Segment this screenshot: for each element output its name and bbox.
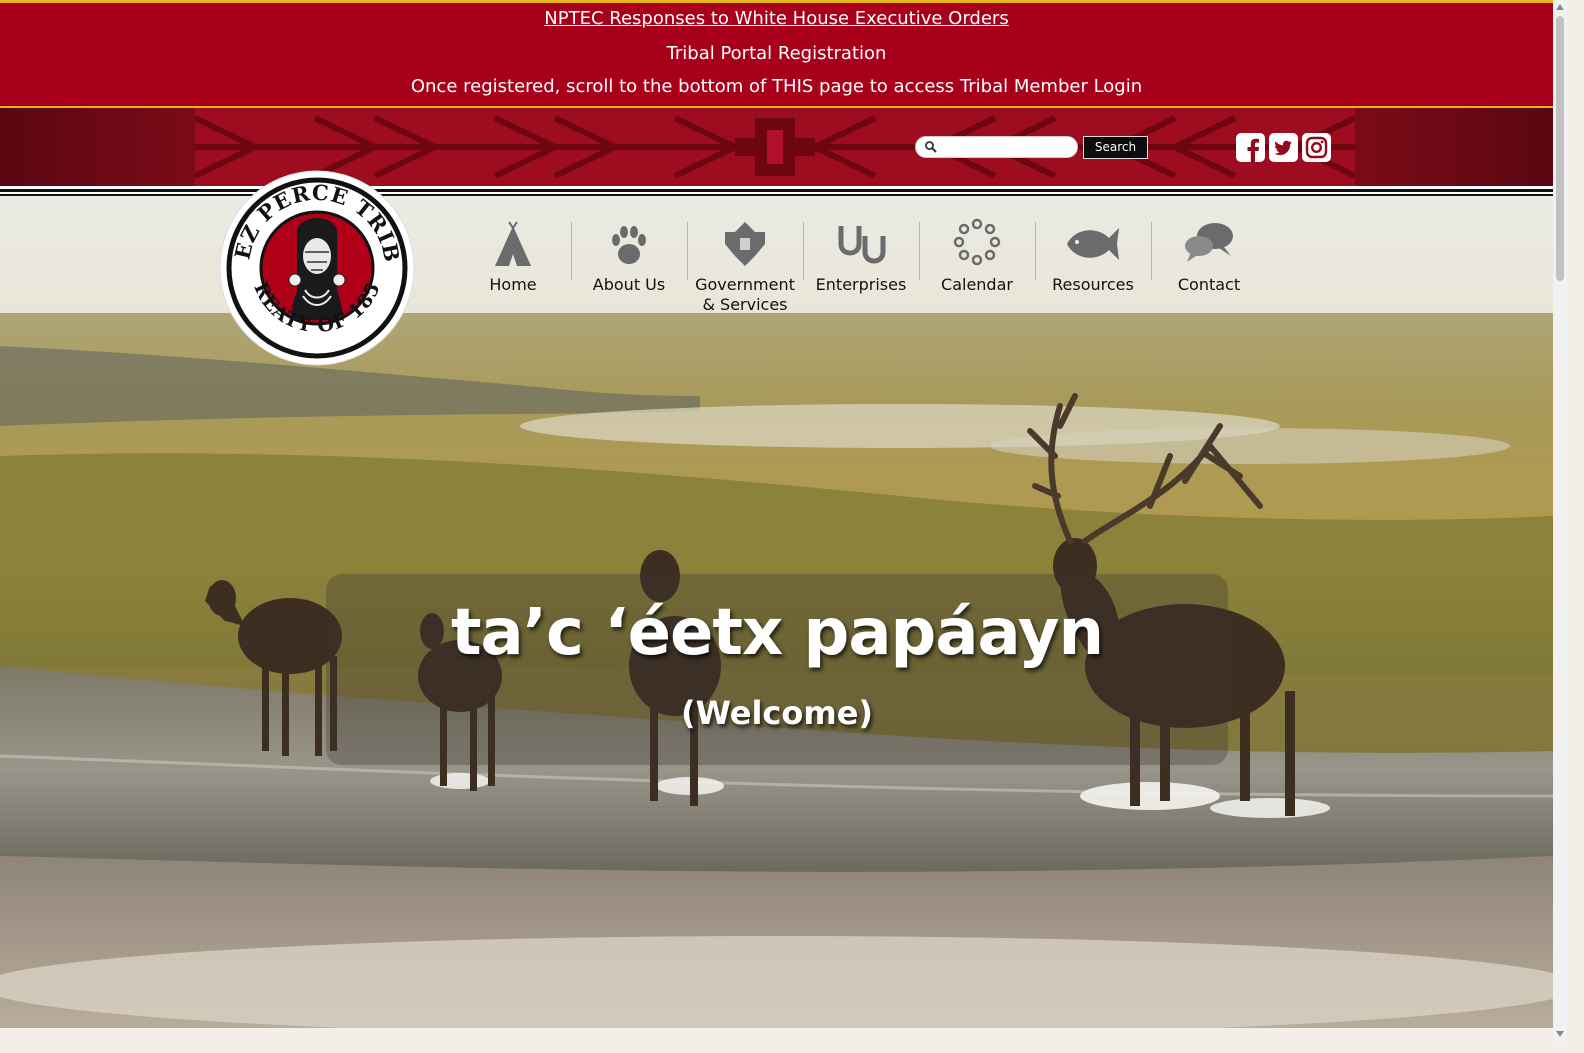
tribal-portal-registration-link[interactable]: Tribal Portal Registration xyxy=(0,43,1553,64)
tipi-icon xyxy=(495,221,531,266)
horseshoes-icon xyxy=(838,226,886,264)
twitter-icon[interactable] xyxy=(1269,133,1298,162)
page-scrollbar[interactable] xyxy=(1553,0,1567,1043)
scroll-down-arrow-icon[interactable] xyxy=(1556,1031,1564,1037)
nav-enterprises-label: Enterprises xyxy=(815,275,907,294)
beadwork-icon xyxy=(725,222,765,266)
nav-home-label: Home xyxy=(489,275,537,294)
search-input[interactable] xyxy=(942,139,1072,155)
search-button[interactable]: Search xyxy=(1083,136,1148,159)
nav-home[interactable]: Home xyxy=(455,218,571,313)
nav-government-services-label: Government & Services xyxy=(695,275,795,314)
announcement-bar: NPTEC Responses to White House Executive… xyxy=(0,0,1553,108)
nav-about-us-label: About Us xyxy=(592,275,666,294)
nav-contact[interactable]: Contact xyxy=(1151,218,1267,313)
scroll-up-arrow-icon[interactable] xyxy=(1556,4,1564,10)
nez-perce-tribe-seal-logo[interactable]: NEZ PERCE TRIBE TREATY OF 1855 xyxy=(219,170,415,366)
nav-calendar[interactable]: Calendar xyxy=(919,218,1035,313)
welcome-title: ta’c ‘éetx papáayn xyxy=(450,596,1104,670)
nav-about-us[interactable]: About Us xyxy=(571,218,687,313)
welcome-subtitle: (Welcome) xyxy=(680,694,874,732)
instagram-icon[interactable] xyxy=(1302,133,1331,162)
page-footer-strip xyxy=(0,1028,1553,1053)
scrollbar-thumb[interactable] xyxy=(1556,16,1564,281)
facebook-icon[interactable] xyxy=(1236,133,1265,162)
welcome-banner: ta’c ‘éetx papáayn (Welcome) xyxy=(326,574,1228,765)
nav-calendar-label: Calendar xyxy=(941,275,1013,294)
search-field[interactable] xyxy=(915,136,1078,158)
nav-resources-label: Resources xyxy=(1052,275,1134,294)
search-icon xyxy=(925,141,937,153)
circle-dots-icon xyxy=(953,218,1001,266)
nav-resources[interactable]: Resources xyxy=(1035,218,1151,313)
nav-enterprises[interactable]: Enterprises xyxy=(803,218,919,313)
paw-print-icon xyxy=(612,226,646,264)
speech-bubbles-icon xyxy=(1185,223,1233,262)
executive-orders-link[interactable]: NPTEC Responses to White House Executive… xyxy=(0,8,1553,29)
nav-government-services[interactable]: Government & Services xyxy=(687,218,803,314)
fish-icon xyxy=(1067,228,1119,260)
nav-contact-label: Contact xyxy=(1177,275,1241,294)
login-notice: Once registered, scroll to the bottom of… xyxy=(410,76,1143,97)
